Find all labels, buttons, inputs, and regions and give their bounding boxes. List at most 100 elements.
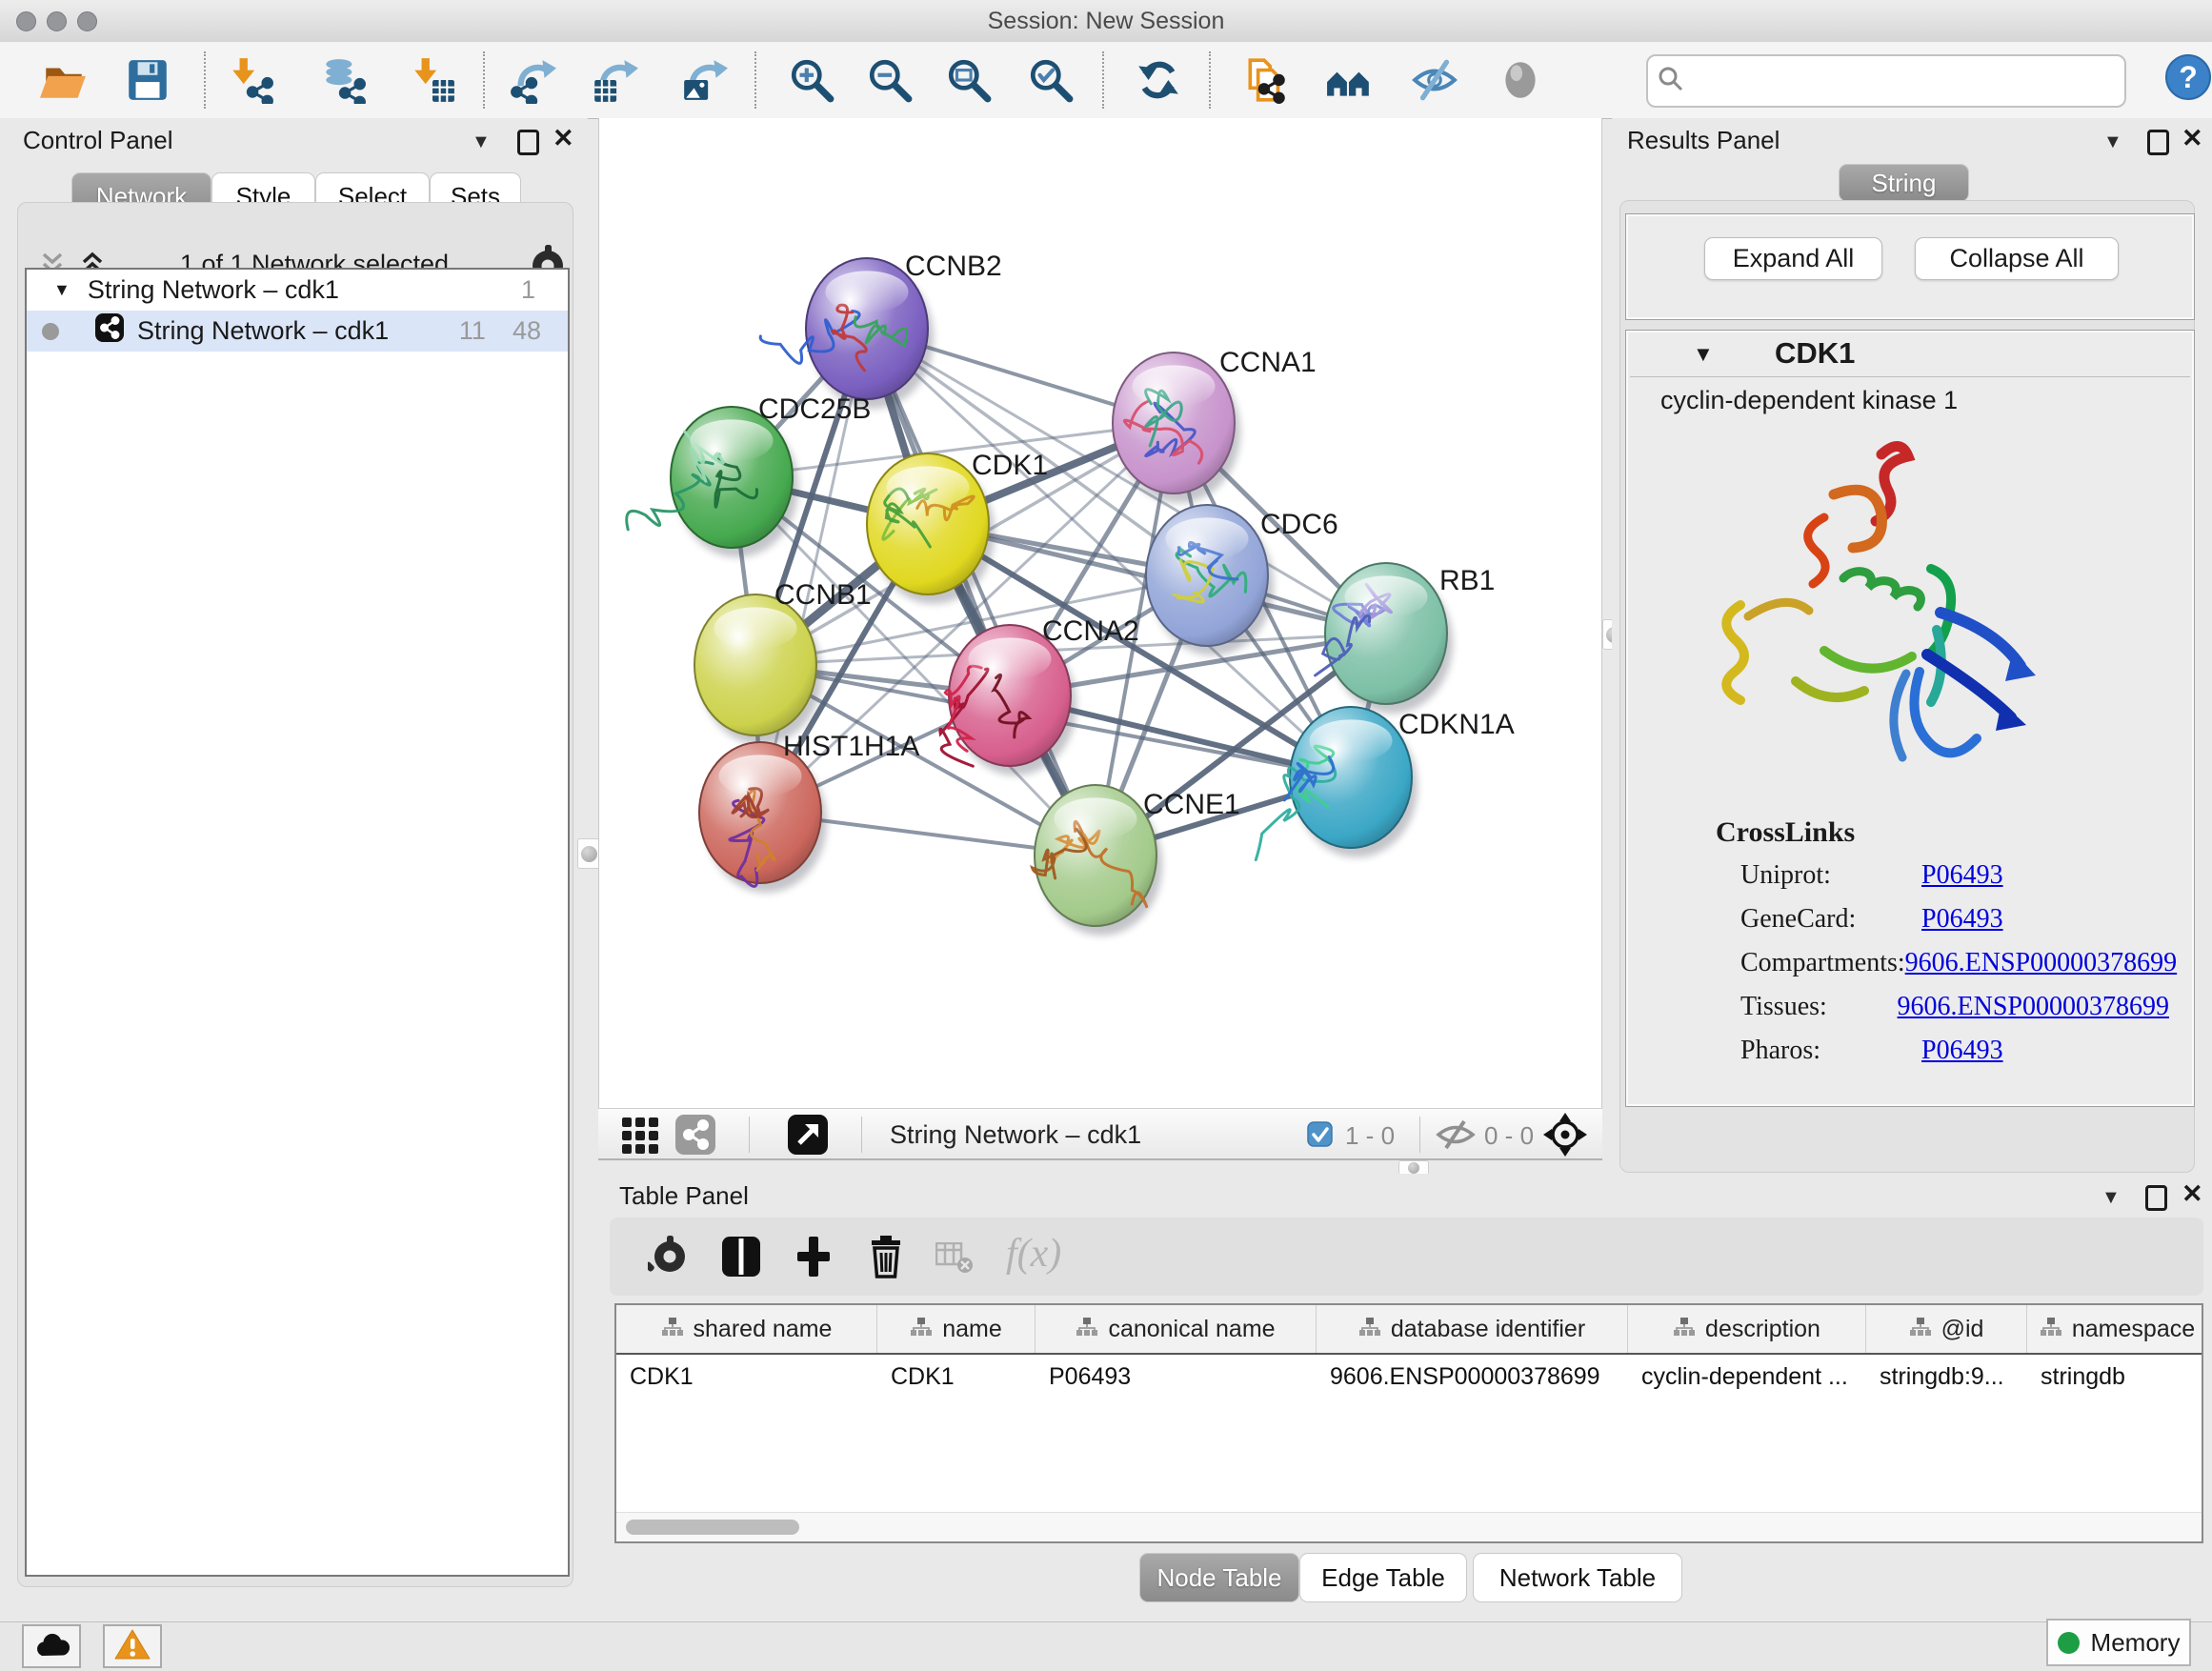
column-header-description[interactable]: description [1628,1305,1866,1353]
column-header-database-identifier[interactable]: database identifier [1317,1305,1628,1353]
crosslink-row: Pharos: P06493 [1740,1036,2169,1079]
horizontal-scrollbar[interactable] [616,1512,2202,1541]
column-type-icon [1076,1316,1098,1343]
import-table-icon[interactable] [409,56,456,104]
column-header-canonical-name[interactable]: canonical name [1036,1305,1317,1353]
float-panel-icon[interactable]: ▼ [472,128,491,156]
undock-panel-icon[interactable] [2147,128,2169,156]
table-cell[interactable]: P06493 [1036,1355,1317,1399]
search-input[interactable] [1694,67,2124,95]
refresh-view-icon[interactable] [1135,56,1182,104]
table-cell[interactable]: stringdb:9... [1866,1355,2027,1399]
close-panel-icon[interactable]: ✕ [2182,124,2203,152]
network-node-CCNB2[interactable]: CCNB2 [760,251,1002,409]
node-label-CDC6: CDC6 [1260,509,1338,540]
network-node-CCNE1[interactable]: CCNE1 [1033,785,1240,936]
crosslink-link[interactable]: 9606.ENSP00000378699 [1898,992,2169,1022]
network-node-CDKN1A[interactable]: CDKN1A [1256,707,1514,860]
undock-panel-icon[interactable] [517,128,539,156]
export-image-icon[interactable] [680,56,728,104]
node-label-CCNA2: CCNA2 [1042,615,1139,647]
collapse-gene-icon[interactable]: ▼ [1693,342,1714,367]
table-cell[interactable]: CDK1 [616,1355,877,1399]
save-session-icon[interactable] [124,56,171,104]
zoom-out-icon[interactable] [866,56,914,104]
gene-name: CDK1 [1775,336,1855,371]
gear-icon[interactable] [648,1235,692,1278]
float-panel-icon[interactable]: ▼ [2101,1183,2121,1212]
close-panel-icon[interactable]: ✕ [553,124,574,152]
memory-label: Memory [2091,1628,2181,1658]
crosslink-link[interactable]: 9606.ENSP00000378699 [1905,948,2177,978]
network-canvas[interactable]: CCNB2 CCNA1 CDC25B CDK1 CDC6 [598,118,1602,1108]
zoom-fit-icon[interactable] [945,56,993,104]
results-panel-title: Results Panel [1627,126,1780,155]
open-in-new-window-icon[interactable] [787,1114,829,1160]
search-field[interactable] [1646,54,2126,108]
column-header-namespace[interactable]: namespace [2027,1305,2203,1353]
expand-all-button[interactable]: Expand All [1704,237,1882,280]
table-row[interactable]: CDK1CDK1P064939606.ENSP00000378699cyclin… [616,1355,2202,1399]
create-column-icon[interactable] [793,1235,836,1278]
column-header--id[interactable]: @id [1866,1305,2027,1353]
open-session-icon[interactable] [40,56,88,104]
navigator-icon[interactable] [1543,1113,1587,1161]
crosslink-label: Compartments: [1740,948,1905,978]
network-node-CCNA2[interactable]: CCNA2 [940,615,1139,775]
network-collection-row[interactable]: ▼ String Network – cdk1 1 [27,270,568,311]
node-label-CDKN1A: CDKN1A [1398,709,1515,740]
table-cell[interactable]: cyclin-dependent ... [1628,1355,1866,1399]
delete-column-icon[interactable] [865,1235,909,1278]
tab-node-table[interactable]: Node Table [1139,1553,1299,1602]
cloud-icon [32,1631,70,1662]
selected-checkbox-icon[interactable] [1307,1121,1333,1152]
table-cell[interactable]: CDK1 [877,1355,1036,1399]
network-row-selected[interactable]: String Network – cdk1 11 48 [27,311,568,352]
crosslink-row: Uniprot: P06493 [1740,860,2169,904]
selected-count: 1 - 0 [1345,1121,1395,1151]
help-icon[interactable]: ? [2164,53,2212,101]
houses-icon[interactable] [1325,56,1373,104]
table-cell[interactable]: 9606.ENSP00000378699 [1317,1355,1628,1399]
collapse-icon[interactable]: ▼ [53,280,70,300]
hide-selected-icon[interactable] [1411,56,1458,104]
network-view-toolbar: String Network – cdk1 1 - 0 0 - 0 [598,1108,1602,1160]
warning-button[interactable] [103,1624,162,1668]
node-label-CCNB1: CCNB1 [774,579,872,611]
crosslink-row: Tissues: 9606.ENSP00000378699 [1740,992,2169,1036]
float-panel-icon[interactable]: ▼ [2103,128,2122,156]
crosslink-link[interactable]: P06493 [1921,860,2003,891]
memory-button[interactable]: Memory [2046,1619,2191,1666]
scrollbar-thumb[interactable] [626,1520,799,1535]
network-node-CDC6[interactable]: CDC6 [1146,505,1338,655]
birdseye-view-icon[interactable] [674,1114,716,1160]
tab-string[interactable]: String [1839,164,1969,202]
crosslink-label: Tissues: [1740,992,1898,1022]
export-table-icon[interactable] [591,56,638,104]
close-panel-icon[interactable]: ✕ [2182,1179,2203,1208]
crosslink-link[interactable]: P06493 [1921,1036,2003,1066]
export-network-icon[interactable] [509,56,556,104]
undock-panel-icon[interactable] [2145,1183,2167,1212]
import-network-database-icon[interactable] [319,56,367,104]
tab-edge-table[interactable]: Edge Table [1299,1553,1467,1602]
network-node-HIST1H1A[interactable]: HIST1H1A [699,731,919,893]
import-network-file-icon[interactable] [227,56,274,104]
zoom-in-icon[interactable] [788,56,835,104]
column-header-name[interactable]: name [877,1305,1036,1353]
table-cell[interactable]: stringdb [2027,1355,2203,1399]
network-node-RB1[interactable]: RB1 [1316,563,1496,714]
show-hidden-icon[interactable] [1497,56,1544,104]
collapse-all-button[interactable]: Collapse All [1915,237,2119,280]
tab-network-table[interactable]: Network Table [1473,1553,1682,1602]
show-columns-icon[interactable] [720,1235,764,1278]
crosslink-link[interactable]: P06493 [1921,904,2003,935]
column-header-shared-name[interactable]: shared name [616,1305,877,1353]
zoom-selected-icon[interactable] [1027,56,1075,104]
grid-view-icon[interactable] [621,1117,659,1159]
network-node-CCNA1[interactable]: CCNA1 [1113,347,1317,503]
cloud-button[interactable] [22,1624,81,1668]
new-network-from-selection-icon[interactable] [1242,56,1290,104]
gene-description: cyclin-dependent kinase 1 [1660,386,1958,415]
network-label: String Network – cdk1 [137,316,389,346]
